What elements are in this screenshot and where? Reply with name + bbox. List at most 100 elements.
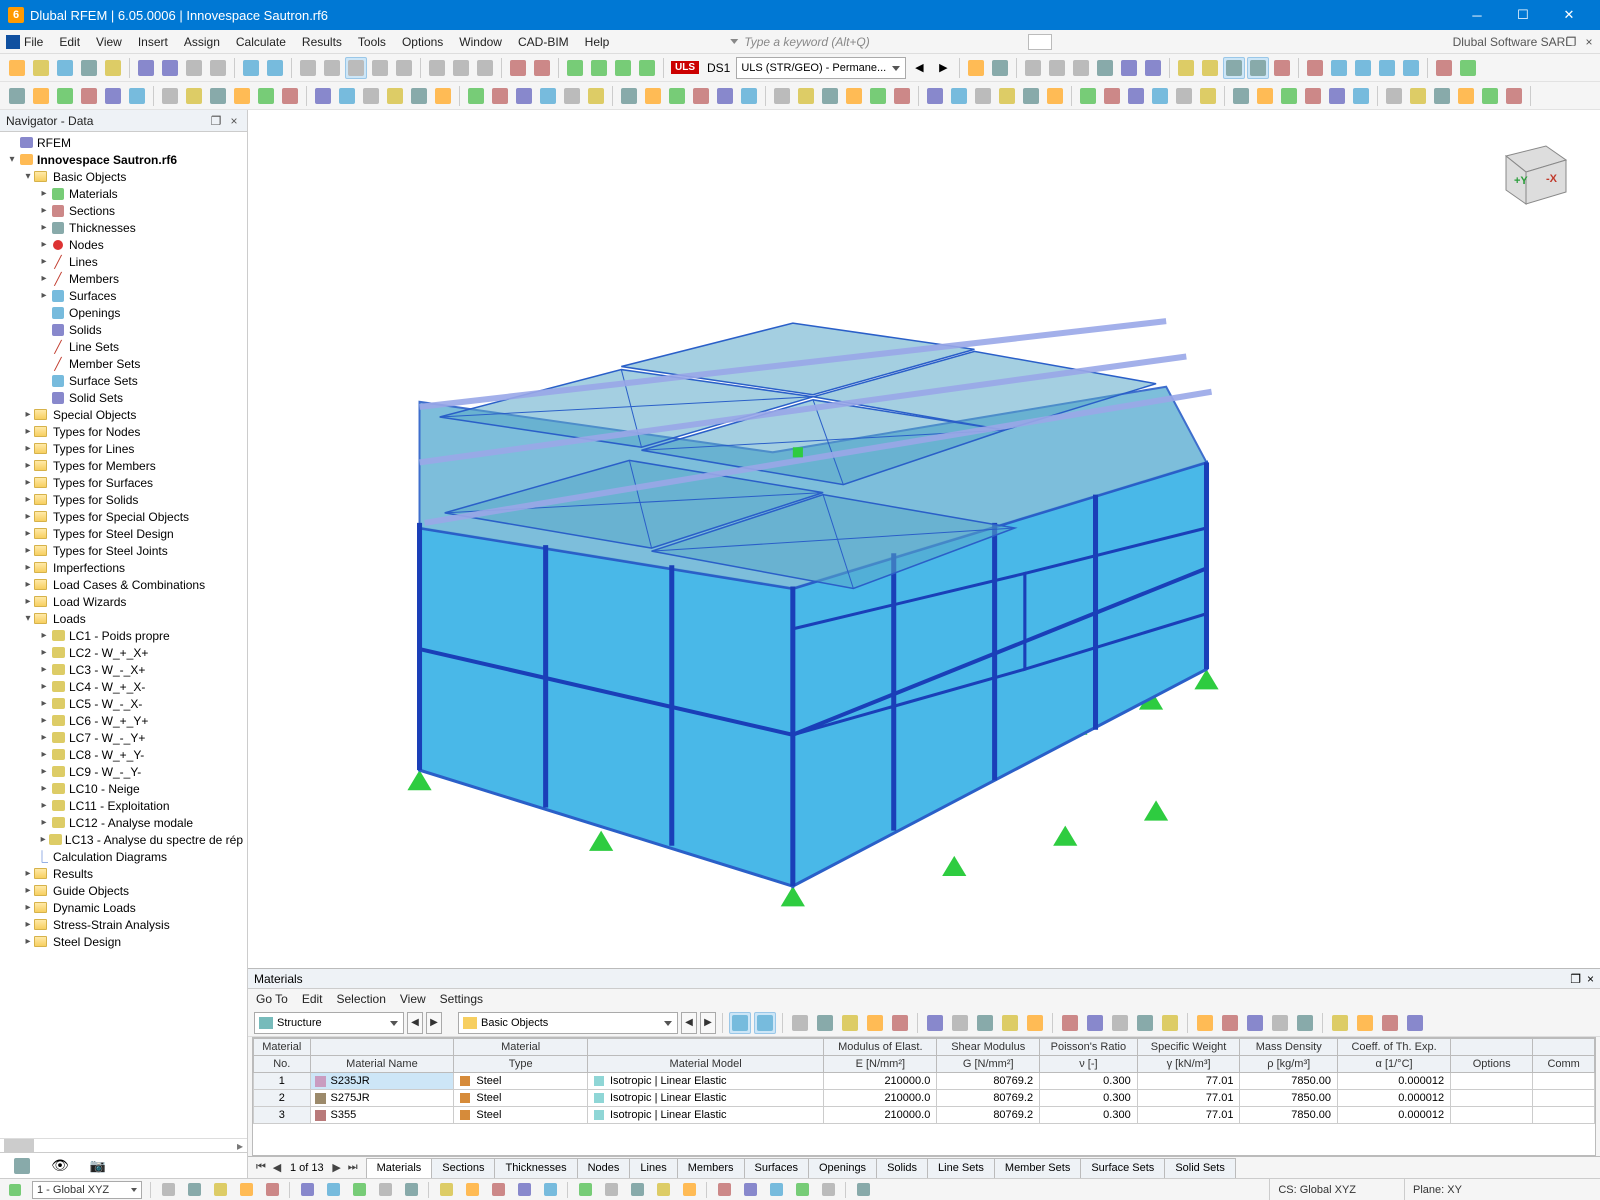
- tool2-51[interactable]: [1302, 85, 1324, 107]
- tool2-52[interactable]: [1326, 85, 1348, 107]
- tool2-34[interactable]: [867, 85, 889, 107]
- mat-next-1[interactable]: ▶: [426, 1012, 442, 1034]
- sb-btn-12[interactable]: [489, 1181, 507, 1199]
- tool2-5[interactable]: [126, 85, 148, 107]
- panel-1[interactable]: [297, 57, 319, 79]
- mat-tb-x23[interactable]: [1404, 1012, 1426, 1034]
- mat-tb-x16[interactable]: [1219, 1012, 1241, 1034]
- view-9[interactable]: [1175, 57, 1197, 79]
- tree-item[interactable]: ▸Surfaces: [2, 287, 247, 304]
- tool2-35[interactable]: [891, 85, 913, 107]
- sb-btn-13[interactable]: [515, 1181, 533, 1199]
- mat-tb-x6[interactable]: [949, 1012, 971, 1034]
- mat-tb-x14[interactable]: [1159, 1012, 1181, 1034]
- tree-item[interactable]: ▸╱Lines: [2, 253, 247, 270]
- navigator-pin[interactable]: ❐: [209, 114, 223, 128]
- panel-8[interactable]: [474, 57, 496, 79]
- mat-tb-x13[interactable]: [1134, 1012, 1156, 1034]
- tool2-14[interactable]: [360, 85, 382, 107]
- keyword-search[interactable]: Type a keyword (Alt+Q): [730, 35, 869, 49]
- mat-menu-goto[interactable]: Go To: [256, 992, 288, 1006]
- mat-tb-x20[interactable]: [1329, 1012, 1351, 1034]
- viewport[interactable]: +Y -X Z X Y Materials ❐ × Go To Edit: [248, 110, 1600, 1178]
- mat-tb-2[interactable]: [754, 1012, 776, 1034]
- view-5[interactable]: [1070, 57, 1092, 79]
- warp-button[interactable]: [612, 57, 634, 79]
- tool2-46[interactable]: [1173, 85, 1195, 107]
- new-button[interactable]: [6, 57, 28, 79]
- sb-refresh[interactable]: [6, 1181, 24, 1199]
- tool2-37[interactable]: [948, 85, 970, 107]
- mat-tb-x3[interactable]: [864, 1012, 886, 1034]
- tree-item[interactable]: Openings: [2, 304, 247, 321]
- tree-item[interactable]: Solids: [2, 321, 247, 338]
- sb-btn-5[interactable]: [298, 1181, 316, 1199]
- sb-btn-7[interactable]: [350, 1181, 368, 1199]
- navigator-tree[interactable]: RFEM▾Innovespace Sautron.rf6▾Basic Objec…: [0, 132, 247, 1138]
- tool2-27[interactable]: [690, 85, 712, 107]
- tree-item[interactable]: ▸Steel Design: [2, 933, 247, 950]
- tool2-9[interactable]: [231, 85, 253, 107]
- close-button[interactable]: ✕: [1546, 0, 1592, 30]
- mat-tb-x17[interactable]: [1244, 1012, 1266, 1034]
- mat-tb-1[interactable]: [729, 1012, 751, 1034]
- view-17[interactable]: [1376, 57, 1398, 79]
- tree-item[interactable]: ▸LC1 - Poids propre: [2, 627, 247, 644]
- print-button[interactable]: [183, 57, 205, 79]
- child-close[interactable]: ×: [1582, 35, 1596, 49]
- tree-item[interactable]: ▸Load Cases & Combinations: [2, 576, 247, 593]
- view-14[interactable]: [1304, 57, 1326, 79]
- tool2-38[interactable]: [972, 85, 994, 107]
- tree-item[interactable]: ▸Types for Members: [2, 457, 247, 474]
- materials-pin[interactable]: ❐: [1570, 972, 1581, 986]
- materials-close[interactable]: ×: [1587, 972, 1594, 986]
- tree-item[interactable]: ▸Types for Lines: [2, 440, 247, 457]
- menu-results[interactable]: Results: [294, 33, 350, 51]
- navigator-hscroll[interactable]: ▸: [0, 1138, 247, 1152]
- tree-item[interactable]: ▸Types for Steel Design: [2, 525, 247, 542]
- reload-button[interactable]: [54, 57, 76, 79]
- tree-item[interactable]: ▸╱Members: [2, 270, 247, 287]
- menu-file[interactable]: File: [4, 33, 51, 51]
- tool2-24[interactable]: [618, 85, 640, 107]
- tree-item[interactable]: ▸LC8 - W_+_Y-: [2, 746, 247, 763]
- lc-next[interactable]: ▶: [932, 57, 954, 79]
- tree-item[interactable]: ▸Types for Surfaces: [2, 474, 247, 491]
- tree-item[interactable]: ▸Thicknesses: [2, 219, 247, 236]
- tree-item[interactable]: ▸Nodes: [2, 236, 247, 253]
- tool2-25[interactable]: [642, 85, 664, 107]
- pg-first[interactable]: ⏮: [254, 1161, 268, 1174]
- mat-tb-x7[interactable]: [974, 1012, 996, 1034]
- fx-2[interactable]: [1457, 57, 1479, 79]
- tree-item[interactable]: ▸LC13 - Analyse du spectre de rép: [2, 831, 247, 848]
- sb-btn-4[interactable]: [263, 1181, 281, 1199]
- tree-item[interactable]: RFEM: [2, 134, 247, 151]
- view-6[interactable]: [1094, 57, 1116, 79]
- tool2-43[interactable]: [1101, 85, 1123, 107]
- nav-data-button[interactable]: [10, 1156, 34, 1176]
- mat-tb-x19[interactable]: [1294, 1012, 1316, 1034]
- mat-tb-x18[interactable]: [1269, 1012, 1291, 1034]
- tool2-10[interactable]: [255, 85, 277, 107]
- tool2-29[interactable]: [738, 85, 760, 107]
- sb-btn-11[interactable]: [463, 1181, 481, 1199]
- nav-eye-button[interactable]: 👁: [48, 1156, 72, 1176]
- tool2-31[interactable]: [795, 85, 817, 107]
- saveall-button[interactable]: [159, 57, 181, 79]
- sb-btn-1[interactable]: [185, 1181, 203, 1199]
- settings-button[interactable]: [78, 57, 100, 79]
- tool2-6[interactable]: [159, 85, 181, 107]
- tree-item[interactable]: ▸Dynamic Loads: [2, 899, 247, 916]
- tool2-36[interactable]: [924, 85, 946, 107]
- mat-tb-x9[interactable]: [1024, 1012, 1046, 1034]
- mat-tab-surfaces[interactable]: Surfaces: [744, 1158, 809, 1178]
- navigator-close[interactable]: ×: [227, 114, 241, 128]
- view-15[interactable]: [1328, 57, 1350, 79]
- sb-btn-10[interactable]: [437, 1181, 455, 1199]
- tool2-28[interactable]: [714, 85, 736, 107]
- tool2-55[interactable]: [1407, 85, 1429, 107]
- tree-item[interactable]: ▸LC6 - W_+_Y+: [2, 712, 247, 729]
- menu-cad-bim[interactable]: CAD-BIM: [510, 33, 577, 51]
- lc-prev[interactable]: ◀: [908, 57, 930, 79]
- mat-combo-objects[interactable]: Basic Objects: [458, 1012, 678, 1034]
